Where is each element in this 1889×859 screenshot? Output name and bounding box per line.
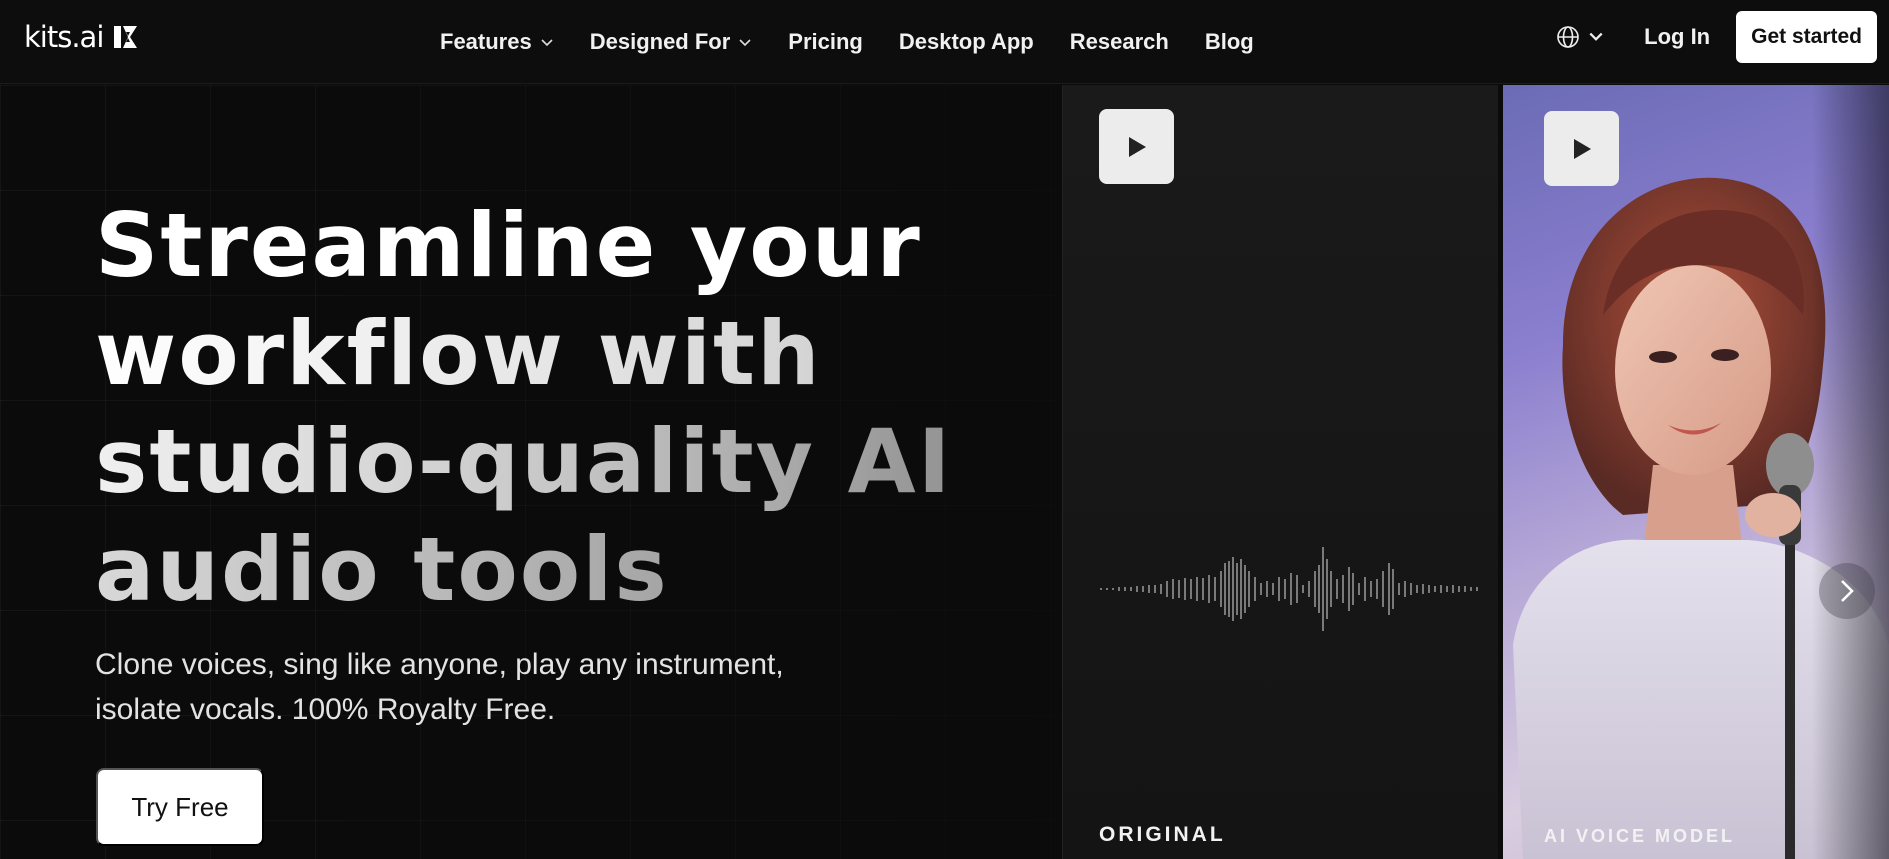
nav-designed-for-label: Designed For [589,29,731,54]
top-navigation: kits.ai Features Designed For Pricing De… [0,0,1889,84]
nav-right: Log In Get started [1556,11,1877,63]
nav-desktop-app[interactable]: Desktop App [899,29,1034,55]
chevron-down-icon [541,39,553,47]
nav-pricing-label: Pricing [788,29,863,54]
language-selector[interactable] [1556,25,1604,49]
nav-blog-label: Blog [1204,29,1254,54]
waveform [1100,547,1478,631]
next-slide-button[interactable] [1819,563,1875,619]
headline-line: audio tools [95,516,995,624]
headline-line: studio-quality AI [95,408,995,516]
subtitle-line: isolate vocals. 100% Royalty Free. [95,693,556,726]
original-audio-card: ORIGINAL [1062,85,1498,859]
nav-features-label: Features [440,29,532,54]
subtitle-line: Clone voices, sing like anyone, play any… [95,648,784,681]
ai-voice-model-label: AI VOICE MODEL [1544,826,1736,846]
logo-text: kits.ai [24,20,104,54]
headline-line: workflow with [95,300,995,408]
chevron-down-icon [1589,32,1603,41]
headline-line: Streamline your [95,194,922,297]
ai-voice-model-card: AI VOICE MODEL [1503,85,1889,859]
original-label: ORIGINAL [1099,823,1226,846]
nav-blog[interactable]: Blog [1205,29,1254,55]
hero-headline: Streamline your workflow with studio-qua… [95,192,995,624]
play-icon [1573,138,1591,159]
original-play-button[interactable] [1099,109,1174,184]
nav-features[interactable]: Features [440,29,554,55]
get-started-button[interactable]: Get started [1736,11,1877,63]
nav-pricing[interactable]: Pricing [788,29,863,55]
login-link[interactable]: Log In [1644,24,1710,50]
hero-subtitle: Clone voices, sing like anyone, play any… [95,642,895,732]
chevron-right-icon [1841,580,1854,602]
nav-research[interactable]: Research [1070,29,1169,55]
nav-desktop-app-label: Desktop App [898,29,1034,54]
nav-designed-for[interactable]: Designed For [590,29,753,55]
globe-icon [1557,26,1579,48]
chevron-down-icon [739,39,751,47]
try-free-button[interactable]: Try Free [96,768,264,846]
singer-portrait-image [1503,85,1889,859]
logo-mark-icon [114,26,138,48]
nav-research-label: Research [1069,29,1169,54]
play-icon [1128,136,1146,157]
nav-links: Features Designed For Pricing Desktop Ap… [440,0,1290,84]
ai-play-button[interactable] [1544,111,1619,186]
kits-logo[interactable]: kits.ai [24,20,139,54]
